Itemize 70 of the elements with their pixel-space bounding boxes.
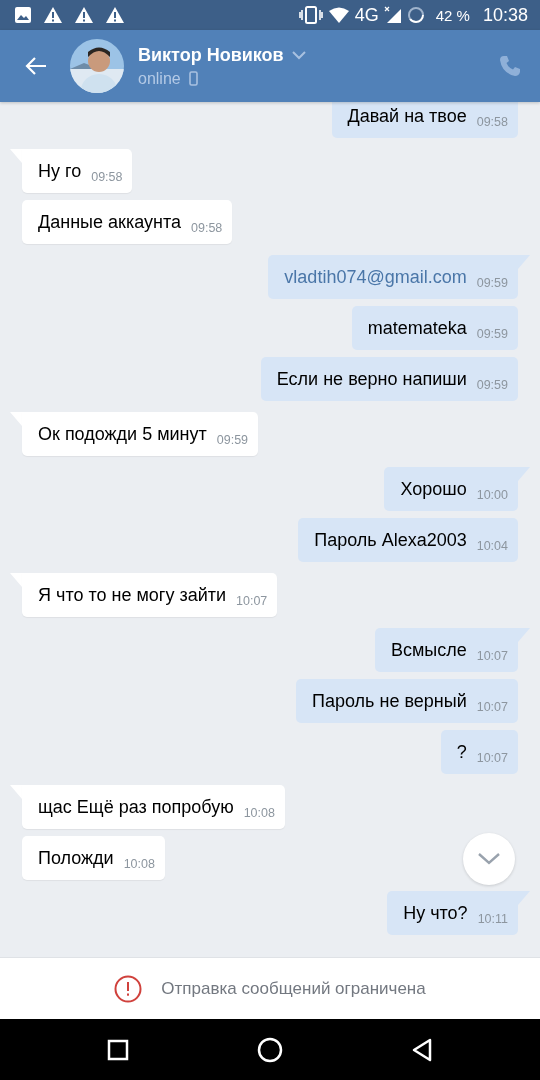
message-text: Пароль не верный [312, 690, 467, 712]
wifi-icon [327, 7, 350, 23]
warning-icon [105, 6, 125, 24]
image-icon [14, 6, 32, 24]
message-time: 10:08 [123, 857, 155, 871]
triangle-icon[interactable] [411, 1037, 433, 1062]
message-text: Всмысле [390, 639, 467, 661]
message-time: 09:58 [476, 115, 508, 129]
online-status: online [138, 69, 181, 88]
message-bubble[interactable]: Положди 10:08 [22, 836, 165, 880]
message-bubble[interactable]: Пароль Alexa2003 10:04 [298, 518, 518, 562]
message-time: 10:08 [243, 806, 275, 820]
message-bubble[interactable]: Ок подожди 5 минут 09:59 [22, 412, 259, 456]
message-time: 10:07 [476, 649, 508, 663]
message-time: 09:58 [191, 221, 223, 235]
chevron-down-icon[interactable] [477, 852, 501, 866]
message-text: Ок подожди 5 минут [38, 423, 207, 445]
message-bubble[interactable]: Пароль не верный 10:07 [296, 679, 518, 723]
message-bubble[interactable]: Ну го 09:58 [22, 149, 133, 193]
message-time: 09:59 [476, 276, 508, 290]
message-text: Если не верно напиши [276, 368, 467, 390]
message-text: Пароль Alexa2003 [314, 529, 467, 551]
message-bubble[interactable]: Я что то не могу зайти 10:07 [22, 573, 278, 617]
message-time: 10:00 [476, 488, 508, 502]
message-text: matemateka [367, 317, 467, 339]
square-icon[interactable] [107, 1038, 129, 1061]
message-bubble[interactable]: Если не верно напиши 09:59 [260, 357, 518, 401]
message-time: 10:04 [476, 539, 508, 553]
battery-percent: 42 % [435, 6, 470, 24]
message-time: 10:11 [477, 912, 508, 926]
warning-icon [74, 6, 94, 24]
notice-text: Отправка сообщений ограничена [161, 978, 426, 999]
message-time: 10:07 [236, 594, 268, 608]
email-link[interactable]: vladtih074@gmail.com [284, 266, 467, 288]
message-time: 09:58 [91, 170, 123, 184]
message-text: щас Ещё раз попробую [38, 796, 234, 818]
arrow-left-icon[interactable] [24, 56, 48, 76]
message-text: Данные аккаунта [38, 211, 181, 233]
message-bubble[interactable]: Всмысле 10:07 [374, 628, 518, 672]
message-time: 10:07 [476, 751, 508, 765]
message-text: Хорошо [400, 478, 467, 500]
message-bubble[interactable]: щас Ещё раз попробую 10:08 [22, 785, 285, 829]
message-text: Ну что? [403, 902, 468, 924]
network-label: 4G [354, 4, 379, 26]
signal-icon [383, 6, 402, 24]
warning-icon [43, 6, 63, 24]
message-bubble[interactable]: Данные аккаунта 09:58 [22, 200, 233, 244]
message-bubble[interactable]: Давай на твое 09:58 [331, 102, 518, 138]
message-bubble[interactable]: vladtih074@gmail.com 09:59 [268, 255, 518, 299]
message-text: Давай на твое [347, 105, 467, 127]
status-time: 10:38 [482, 4, 528, 26]
message-text: Положди [38, 847, 114, 869]
message-time: 10:07 [476, 700, 508, 714]
message-bubble[interactable]: Хорошо 10:00 [384, 467, 518, 511]
message-text: Я что то не могу зайти [38, 584, 226, 606]
alert-icon [114, 974, 143, 1003]
message-time: 09:59 [476, 378, 508, 392]
message-bubble[interactable]: Ну что? 10:11 [387, 891, 518, 935]
message-bubble[interactable]: matemateka 09:59 [351, 306, 518, 350]
circle-icon[interactable] [257, 1036, 283, 1063]
message-time: 09:59 [476, 327, 508, 341]
contact-name[interactable]: Виктор Новиков [138, 44, 284, 66]
chevron-down-icon[interactable] [291, 50, 306, 60]
message-text: ? [456, 741, 467, 763]
message-bubble[interactable]: ? 10:07 [440, 730, 518, 774]
vibrate-icon [298, 6, 323, 24]
message-time: 09:59 [216, 433, 249, 447]
battery-ring-icon [406, 6, 425, 24]
phone-device-icon [188, 71, 198, 86]
message-text: Ну го [38, 160, 82, 182]
